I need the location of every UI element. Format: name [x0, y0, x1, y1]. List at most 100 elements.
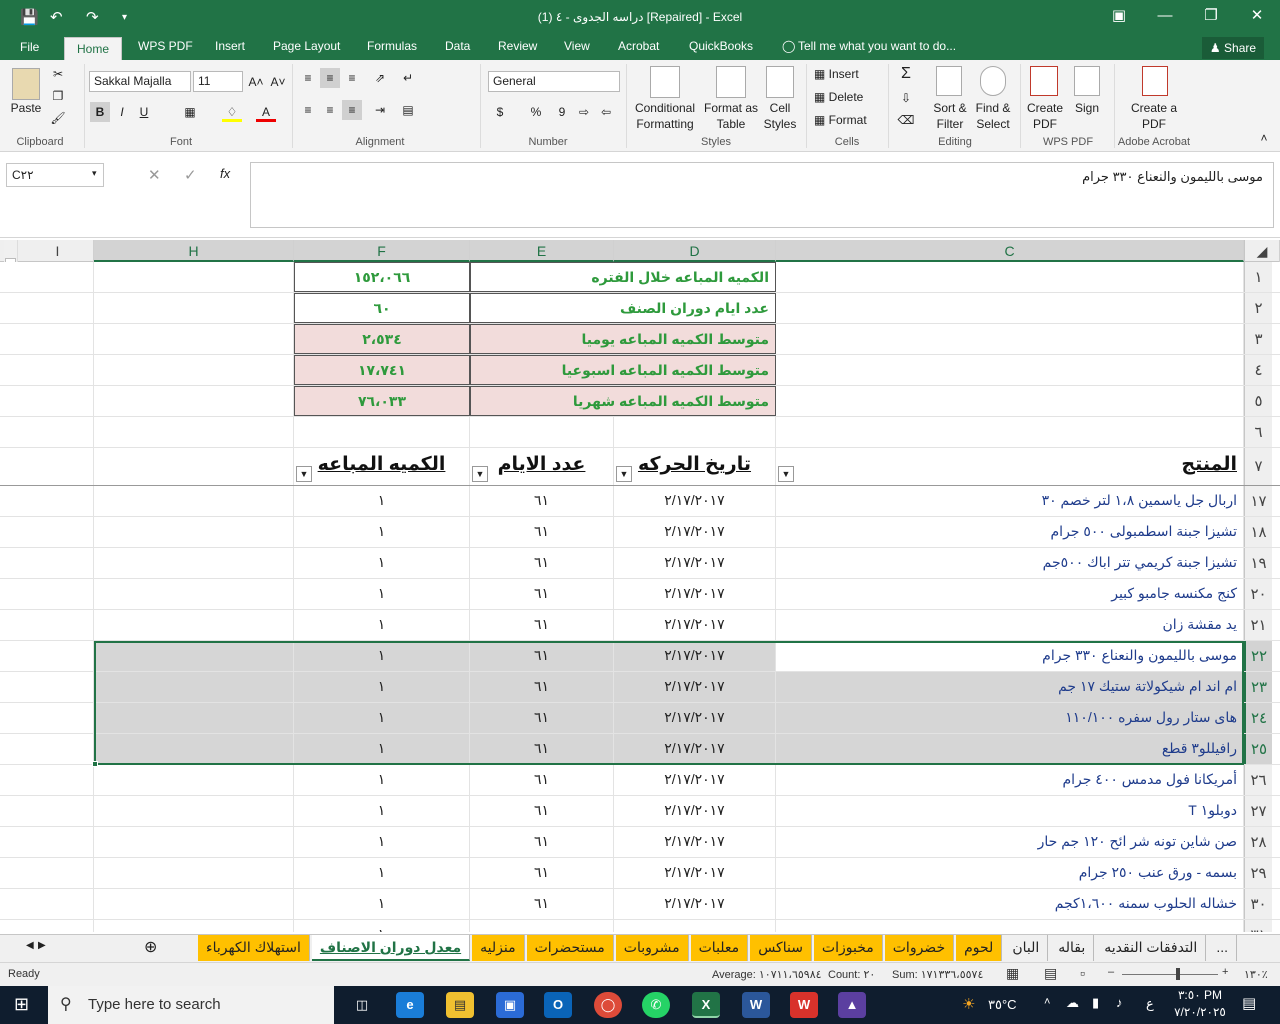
grid-cell[interactable]: [94, 641, 294, 671]
align-top-icon[interactable]: ≡: [298, 68, 318, 88]
number-format-select[interactable]: General: [488, 71, 620, 92]
row-header[interactable]: ٣٠: [1244, 889, 1272, 919]
grid-cell[interactable]: [22, 889, 94, 919]
date-cell[interactable]: ٢/١٧/٢٠١٧: [614, 641, 776, 671]
conditional-formatting-icon[interactable]: [650, 66, 680, 98]
column-header-c[interactable]: C: [776, 240, 1244, 262]
normal-view-icon[interactable]: ▦: [1006, 965, 1019, 982]
grid-cell[interactable]: [22, 548, 94, 578]
days-cell[interactable]: ٦١: [470, 827, 614, 857]
grid-cell[interactable]: [94, 858, 294, 888]
tab-page-layout[interactable]: Page Layout: [273, 39, 340, 53]
redo-icon[interactable]: ↷: [86, 8, 99, 26]
row-header[interactable]: ٣١: [1244, 920, 1272, 932]
undo-icon[interactable]: ↶: [50, 8, 63, 26]
enter-icon[interactable]: ✓: [184, 166, 197, 184]
clock-time[interactable]: ٣:٥٠ PM: [1170, 988, 1230, 1002]
format-cells-button[interactable]: ▦ Format: [814, 112, 884, 128]
row-header[interactable]: ١٨: [1244, 517, 1272, 547]
summary-label[interactable]: عدد ايام دوران الصنف: [470, 293, 776, 323]
sign-button[interactable]: Sign: [1068, 100, 1106, 116]
cut-icon[interactable]: ✂: [48, 64, 68, 84]
column-header-h[interactable]: H: [94, 240, 294, 262]
tab-wps-pdf[interactable]: WPS PDF: [138, 39, 193, 53]
battery-icon[interactable]: ▮: [1092, 995, 1099, 1011]
edge-icon[interactable]: e: [396, 992, 424, 1018]
store-icon[interactable]: ▣: [496, 992, 524, 1018]
row-header[interactable]: ٢٢: [1244, 641, 1272, 671]
grid-cell[interactable]: [94, 734, 294, 764]
worksheet-grid[interactable]: ١ ١٥٢،٠٦٦ الكميه المباعه خلال الفتره ٢ ٦٠ عدد…: [0, 262, 1280, 932]
days-cell[interactable]: ٦١: [470, 734, 614, 764]
bold-button[interactable]: B: [90, 102, 110, 122]
grid-cell[interactable]: [22, 765, 94, 795]
sheet-tab[interactable]: منزليه: [472, 935, 525, 961]
page-break-view-icon[interactable]: ▫: [1080, 965, 1085, 981]
product-cell[interactable]: اربال جل ياسمين ١،٨ لتر خصم ٣٠: [776, 486, 1244, 516]
row-header[interactable]: ٥: [1244, 386, 1272, 416]
find-select-icon[interactable]: [980, 66, 1006, 96]
share-button[interactable]: ♟ Share: [1202, 37, 1264, 59]
row-header[interactable]: ٢٤: [1244, 703, 1272, 733]
sort-filter-icon[interactable]: [936, 66, 962, 96]
days-cell[interactable]: ٦١: [470, 548, 614, 578]
product-cell[interactable]: تشيزا جبنة كريمي تتر اباك ٥٠٠جم: [776, 548, 1244, 578]
orientation-icon[interactable]: ⇗: [370, 68, 390, 88]
column-header-e[interactable]: E: [470, 240, 614, 262]
grid-cell[interactable]: [22, 796, 94, 826]
grid-cell[interactable]: [94, 486, 294, 516]
row-header[interactable]: ١٩: [1244, 548, 1272, 578]
insert-function-button[interactable]: fx: [220, 166, 230, 181]
taskbar-search[interactable]: ⚲ Type here to search: [48, 986, 334, 1024]
grid-cell[interactable]: [94, 293, 294, 323]
date-cell[interactable]: ٢/١٧/٢٠١٧: [614, 579, 776, 609]
days-cell[interactable]: [470, 920, 614, 932]
row-header[interactable]: ٢٦: [1244, 765, 1272, 795]
grid-cell[interactable]: [22, 734, 94, 764]
date-cell[interactable]: ٢/١٧/٢٠١٧: [614, 827, 776, 857]
whatsapp-icon[interactable]: ✆: [642, 992, 670, 1018]
sort-filter-button[interactable]: Sort & Filter: [928, 100, 972, 132]
wps-pdf-icon[interactable]: [1030, 66, 1058, 96]
column-header-d[interactable]: D: [614, 240, 776, 262]
summary-label[interactable]: متوسط الكميه المباعه شهريا: [470, 386, 776, 416]
zoom-out-icon[interactable]: –: [1108, 966, 1114, 978]
zoom-level[interactable]: ١٣٠٪: [1244, 968, 1268, 981]
currency-button[interactable]: $: [490, 102, 510, 122]
date-cell[interactable]: ٢/١٧/٢٠١٧: [614, 672, 776, 702]
grid-cell[interactable]: [22, 672, 94, 702]
formula-input[interactable]: موسى بالليمون والنعناع ٣٣٠ جرام: [250, 162, 1274, 228]
row-header[interactable]: ١٧: [1244, 486, 1272, 516]
restore-button[interactable]: ❐: [1188, 4, 1234, 30]
grid-cell[interactable]: [294, 417, 470, 447]
fill-icon[interactable]: ⇩: [896, 88, 916, 108]
grid-cell[interactable]: [776, 293, 1244, 323]
wps-office-icon[interactable]: W: [790, 992, 818, 1018]
date-cell[interactable]: [614, 920, 776, 932]
app-icon[interactable]: ▲: [838, 992, 866, 1018]
grid-cell[interactable]: [94, 889, 294, 919]
wrap-text-icon[interactable]: ↵: [398, 68, 418, 88]
grid-cell[interactable]: [94, 672, 294, 702]
grid-cell[interactable]: [776, 386, 1244, 416]
sheet-tab[interactable]: معدل دوران الاصناف: [311, 935, 471, 961]
underline-button[interactable]: U: [134, 102, 154, 122]
name-box[interactable]: C٢٢: [6, 163, 104, 187]
filter-dropdown-icon[interactable]: ▼: [472, 466, 488, 482]
sheet-tab[interactable]: خضروات: [884, 935, 955, 961]
tab-file[interactable]: File: [20, 40, 39, 54]
align-left-icon[interactable]: ≡: [298, 100, 318, 120]
sign-icon[interactable]: [1074, 66, 1100, 96]
decrease-decimal-icon[interactable]: ⇦: [596, 102, 616, 122]
autosum-icon[interactable]: Σ: [896, 64, 916, 84]
clear-icon[interactable]: ⌫: [896, 110, 916, 130]
days-cell[interactable]: ٦١: [470, 641, 614, 671]
grid-cell[interactable]: [94, 579, 294, 609]
select-all-corner[interactable]: ◢: [1244, 240, 1280, 262]
row-header[interactable]: ٢٩: [1244, 858, 1272, 888]
grid-cell[interactable]: [94, 920, 294, 932]
sheet-tab[interactable]: مشروبات: [615, 935, 689, 961]
sheet-tab[interactable]: سناكس: [750, 935, 812, 961]
notifications-icon[interactable]: ▤: [1242, 994, 1256, 1012]
tab-data[interactable]: Data: [445, 39, 470, 53]
